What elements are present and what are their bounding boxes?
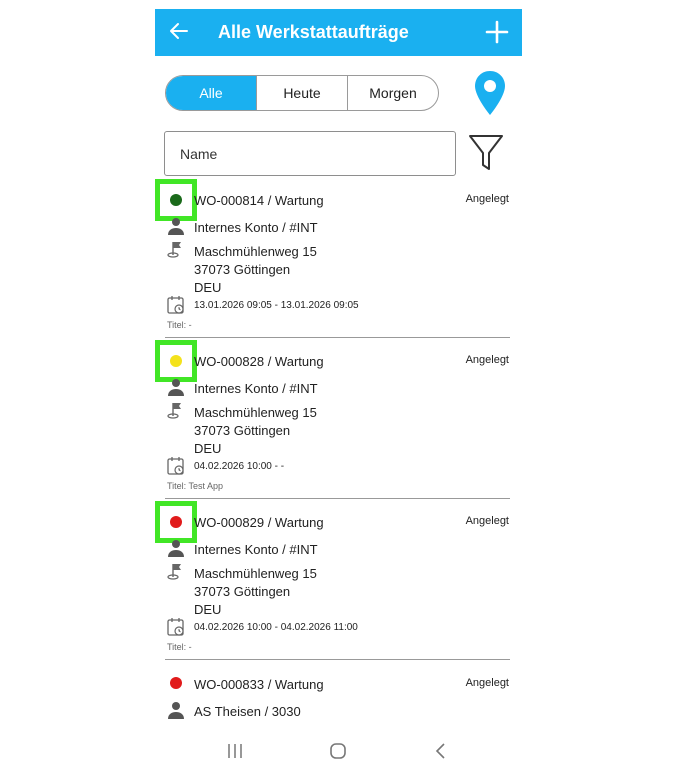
person-icon xyxy=(168,218,184,235)
location-flag-icon xyxy=(167,242,181,258)
address-street: Maschmühlenweg 15 xyxy=(194,244,317,259)
location-flag-icon xyxy=(167,564,181,580)
order-title: Titel: Test App xyxy=(167,481,224,491)
account-name: Internes Konto / #INT xyxy=(194,381,318,396)
address-city: 37073 Göttingen xyxy=(194,262,291,277)
address: Maschmühlenweg 15 37073 Göttingen DEU xyxy=(194,565,317,619)
status-dot xyxy=(170,355,182,367)
person-icon xyxy=(168,702,184,719)
order-number: WO-000829 / Wartung xyxy=(194,515,324,530)
order-title: Titel: - xyxy=(167,642,192,652)
plus-icon[interactable] xyxy=(485,20,509,44)
list-item[interactable]: WO-000829 / Wartung Angelegt Internes Ko… xyxy=(155,501,522,662)
address: Maschmühlenweg 15 37073 Göttingen DEU xyxy=(194,243,317,297)
calendar-clock-icon xyxy=(167,296,184,314)
account-name: AS Theisen / 3030 xyxy=(194,704,301,719)
calendar-clock-icon xyxy=(167,618,184,636)
status-badge: Angelegt xyxy=(465,193,509,205)
system-nav-bar xyxy=(155,734,522,768)
order-number: WO-000833 / Wartung xyxy=(194,677,324,692)
tab-heute[interactable]: Heute xyxy=(256,76,347,110)
address-city: 37073 Göttingen xyxy=(194,423,291,438)
status-badge: Angelegt xyxy=(465,515,509,527)
calendar-clock-icon xyxy=(167,457,184,475)
status-dot xyxy=(170,194,182,206)
filter-icon[interactable] xyxy=(468,133,504,173)
address-street: Maschmühlenweg 15 xyxy=(194,566,317,581)
location-flag-icon xyxy=(167,403,181,419)
divider xyxy=(165,498,510,499)
tab-alle[interactable]: Alle xyxy=(166,76,256,110)
address: Maschmühlenweg 15 37073 Göttingen DEU xyxy=(194,404,317,458)
tab-morgen[interactable]: Morgen xyxy=(347,76,438,110)
status-badge: Angelegt xyxy=(465,677,509,689)
map-pin-icon[interactable] xyxy=(473,70,507,116)
order-number: WO-000814 / Wartung xyxy=(194,193,324,208)
list-item[interactable]: WO-000828 / Wartung Angelegt Internes Ko… xyxy=(155,340,522,501)
person-icon xyxy=(168,379,184,396)
divider xyxy=(165,337,510,338)
address-street: Maschmühlenweg 15 xyxy=(194,405,317,420)
app-screen: Alle Werkstattaufträge Alle Heute Morgen… xyxy=(155,9,522,768)
order-title: Titel: - xyxy=(167,320,192,330)
list-item[interactable]: WO-000833 / Wartung Angelegt AS Theisen … xyxy=(155,663,522,733)
list-item[interactable]: WO-000814 / Wartung Angelegt Internes Ko… xyxy=(155,179,522,340)
status-highlight xyxy=(155,501,197,543)
address-country: DEU xyxy=(194,280,222,295)
date-range: 04.02.2026 10:00 - 04.02.2026 11:00 xyxy=(194,622,358,633)
date-range: 13.01.2026 09:05 - 13.01.2026 09:05 xyxy=(194,300,359,311)
status-badge: Angelegt xyxy=(465,354,509,366)
app-bar: Alle Werkstattaufträge xyxy=(155,9,522,56)
status-indicator xyxy=(155,663,197,705)
account-name: Internes Konto / #INT xyxy=(194,542,318,557)
address-country: DEU xyxy=(194,602,222,617)
status-highlight xyxy=(155,340,197,382)
back-icon[interactable] xyxy=(432,742,452,760)
date-range: 04.02.2026 10:00 - - xyxy=(194,461,285,472)
account-name: Internes Konto / #INT xyxy=(194,220,318,235)
status-dot xyxy=(170,516,182,528)
recent-apps-icon[interactable] xyxy=(225,742,245,760)
divider xyxy=(165,659,510,660)
home-icon[interactable] xyxy=(328,742,348,760)
status-highlight xyxy=(155,179,197,221)
person-icon xyxy=(168,540,184,557)
arrow-left-icon[interactable] xyxy=(167,19,191,43)
status-dot xyxy=(170,677,182,689)
name-search-input[interactable]: Name xyxy=(164,131,456,176)
date-filter-tabs: Alle Heute Morgen xyxy=(165,75,439,111)
page-title: Alle Werkstattaufträge xyxy=(218,22,409,42)
address-country: DEU xyxy=(194,441,222,456)
address-city: 37073 Göttingen xyxy=(194,584,291,599)
order-number: WO-000828 / Wartung xyxy=(194,354,324,369)
